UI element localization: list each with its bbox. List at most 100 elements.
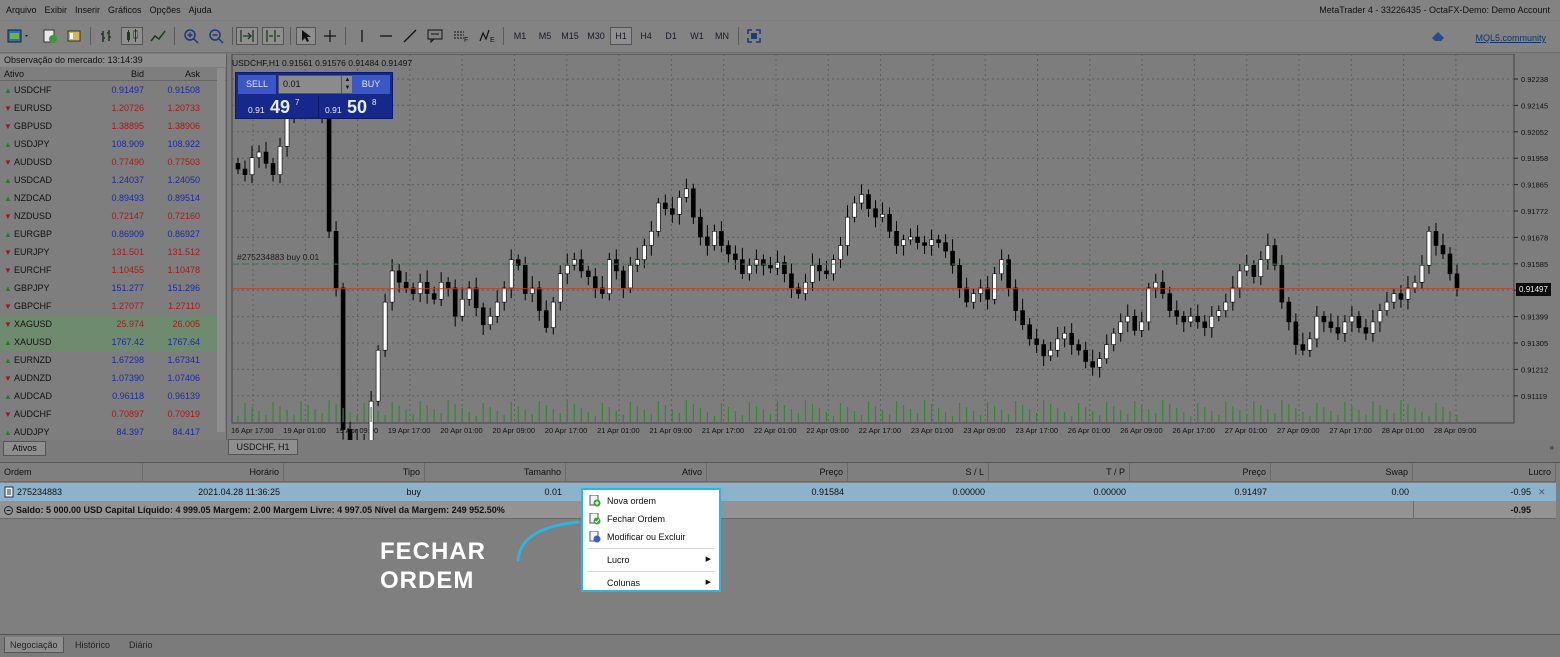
col-ordem[interactable]: Ordem xyxy=(0,463,143,482)
col-swap[interactable]: Swap xyxy=(1271,463,1413,482)
mql5-link[interactable]: MQL5.community xyxy=(1475,33,1546,43)
market-watch-row[interactable]: ▲ USDJPY 108.909 108.922 xyxy=(0,135,226,153)
menu-item-nova-ordem[interactable]: Nova ordem xyxy=(583,492,719,510)
market-watch-row[interactable]: ▼ GBPUSD 1.38895 1.38906 xyxy=(0,117,226,135)
col-ativo[interactable]: Ativo xyxy=(566,463,707,482)
menu-graficos[interactable]: Gráficos xyxy=(104,5,146,15)
market-watch-row[interactable]: ▼ AUDNZD 1.07390 1.07406 xyxy=(0,369,226,387)
chart-window[interactable]: 0.92238 0.92145 0.92052 0.91958 0.91865 0.917… xyxy=(228,54,1560,440)
market-watch-row[interactable]: ▼ EURUSD 1.20726 1.20733 xyxy=(0,99,226,117)
market-watch-row[interactable]: ▲ EURGBP 0.86909 0.86927 xyxy=(0,225,226,243)
lot-size-input[interactable]: 0.01 ▲ ▼ xyxy=(278,75,354,94)
col-lucro[interactable]: Lucro xyxy=(1413,463,1556,482)
market-watch-icon[interactable] xyxy=(64,27,84,45)
tab-ativos[interactable]: Ativos xyxy=(3,441,46,456)
market-watch-row[interactable]: ▼ AUDCHF 0.70897 0.70919 xyxy=(0,405,226,423)
close-order-icon[interactable]: ✕ xyxy=(1538,483,1546,501)
autoscroll-icon[interactable] xyxy=(236,27,258,45)
timeframe-m30[interactable]: M30 xyxy=(585,27,607,45)
candle-body xyxy=(522,264,528,294)
buy-button[interactable]: BUY xyxy=(352,75,390,94)
profiles-icon[interactable] xyxy=(40,27,60,45)
zoom-in-icon[interactable] xyxy=(180,27,202,45)
x-tick-label: 23 Apr 17:00 xyxy=(1016,426,1059,435)
candle-body xyxy=(564,264,570,275)
tabs-scroll-icon[interactable]: » xyxy=(1550,443,1554,452)
col-preco-atual[interactable]: Preço xyxy=(1130,463,1271,482)
candle-body xyxy=(810,264,815,283)
tab-historico[interactable]: Histórico xyxy=(70,637,115,653)
indicators-icon[interactable]: E xyxy=(477,27,499,45)
market-watch-scrollbar[interactable] xyxy=(217,68,225,432)
buy-price[interactable]: 0.91 50 8 xyxy=(318,96,395,118)
timeframe-h1[interactable]: H1 xyxy=(610,27,632,45)
text-label-icon[interactable] xyxy=(425,27,445,45)
cursor-icon[interactable] xyxy=(296,27,316,45)
menu-inserir[interactable]: Inserir xyxy=(71,5,104,15)
timeframe-mn[interactable]: MN xyxy=(711,27,733,45)
fullscreen-icon[interactable] xyxy=(744,27,764,45)
market-watch-row[interactable]: ▲ AUDJPY 84.397 84.417 xyxy=(0,423,226,440)
col-tipo[interactable]: Tipo xyxy=(284,463,425,482)
bar-chart-icon[interactable] xyxy=(96,27,118,45)
tab-usdchf-h1[interactable]: USDCHF, H1 xyxy=(228,439,298,455)
timeframe-h4[interactable]: H4 xyxy=(635,27,657,45)
new-chart-icon[interactable] xyxy=(5,27,33,45)
market-watch-row[interactable]: ▲ GBPJPY 151.277 151.296 xyxy=(0,279,226,297)
candle-body xyxy=(677,197,682,215)
market-watch-row[interactable]: ▼ XAGUSD 25.974 26.005 xyxy=(0,315,226,333)
line-chart-icon[interactable] xyxy=(147,27,169,45)
menu-item-colunas[interactable]: Colunas ▶ xyxy=(583,574,719,592)
fibonacci-icon[interactable]: F xyxy=(451,27,471,45)
candle-body xyxy=(1307,338,1313,351)
crosshair-icon[interactable] xyxy=(320,27,340,45)
market-watch-row[interactable]: ▼ EURCHF 1.10455 1.10478 xyxy=(0,261,226,279)
menu-ajuda[interactable]: Ajuda xyxy=(185,5,216,15)
menu-exibir[interactable]: Exibir xyxy=(41,5,72,15)
market-watch-row[interactable]: ▲ AUDCAD 0.96118 0.96139 xyxy=(0,387,226,405)
timeframe-m1[interactable]: M1 xyxy=(509,27,531,45)
col-tp[interactable]: T / P xyxy=(989,463,1130,482)
sell-button[interactable]: SELL xyxy=(238,75,276,94)
market-watch-row[interactable]: ▼ GBPCHF 1.27077 1.27110 xyxy=(0,297,226,315)
col-tamanho[interactable]: Tamanho xyxy=(425,463,566,482)
timeframe-d1[interactable]: D1 xyxy=(660,27,682,45)
symbol-name: XAUUSD xyxy=(14,337,52,347)
market-watch-row[interactable]: ▲ XAUUSD 1767.42 1767.64 xyxy=(0,333,226,351)
menu-item-lucro[interactable]: Lucro ▶ xyxy=(583,551,719,569)
price-chart[interactable]: 0.922380.921450.920520.919580.918650.917… xyxy=(228,54,1560,440)
market-watch-row[interactable]: ▲ EURNZD 1.67298 1.67341 xyxy=(0,351,226,369)
col-ask[interactable]: Ask xyxy=(144,69,208,79)
timeframe-w1[interactable]: W1 xyxy=(686,27,708,45)
sell-price[interactable]: 0.91 49 7 xyxy=(240,96,317,118)
market-watch-row[interactable]: ▼ NZDUSD 0.72147 0.72160 xyxy=(0,207,226,225)
order-row[interactable]: 275234883 2021.04.28 11:36:25 buy 0.01 u… xyxy=(0,483,1556,501)
vertical-line-icon[interactable] xyxy=(352,27,372,45)
market-watch-row[interactable]: ▲ USDCHF 0.91497 0.91508 xyxy=(0,81,226,99)
collapse-icon[interactable]: − xyxy=(4,506,13,515)
chart-shift-icon[interactable] xyxy=(262,27,284,45)
timeframe-m15[interactable]: M15 xyxy=(559,27,581,45)
horizontal-line-icon[interactable] xyxy=(376,27,396,45)
col-symbol[interactable]: Ativo xyxy=(0,69,110,79)
market-watch-row[interactable]: ▼ EURJPY 131.501 131.512 xyxy=(0,243,226,261)
market-watch-row[interactable]: ▲ USDCAD 1.24037 1.24050 xyxy=(0,171,226,189)
candlestick-icon[interactable] xyxy=(121,27,143,45)
col-bid[interactable]: Bid xyxy=(110,69,144,79)
col-sl[interactable]: S / L xyxy=(848,463,989,482)
col-horario[interactable]: Horário xyxy=(143,463,284,482)
market-watch-row[interactable]: ▼ AUDUSD 0.77490 0.77503 xyxy=(0,153,226,171)
x-tick-label: 22 Apr 17:00 xyxy=(859,426,902,435)
menu-item-modificar[interactable]: Modificar ou Excluir xyxy=(583,528,719,546)
market-watch-row[interactable]: ▲ NZDCAD 0.89493 0.89514 xyxy=(0,189,226,207)
timeframe-m5[interactable]: M5 xyxy=(534,27,556,45)
menu-opcoes[interactable]: Opções xyxy=(146,5,185,15)
menu-item-fechar-ordem[interactable]: Fechar Ordem xyxy=(583,510,719,528)
trendline-icon[interactable] xyxy=(400,27,420,45)
menu-arquivo[interactable]: Arquivo xyxy=(0,5,41,15)
col-preco[interactable]: Preço xyxy=(707,463,848,482)
tab-diario[interactable]: Diário xyxy=(124,637,158,653)
callout-text: FECHAR ORDEM xyxy=(380,537,520,595)
tab-negociacao[interactable]: Negociação xyxy=(4,637,64,653)
zoom-out-icon[interactable] xyxy=(205,27,227,45)
